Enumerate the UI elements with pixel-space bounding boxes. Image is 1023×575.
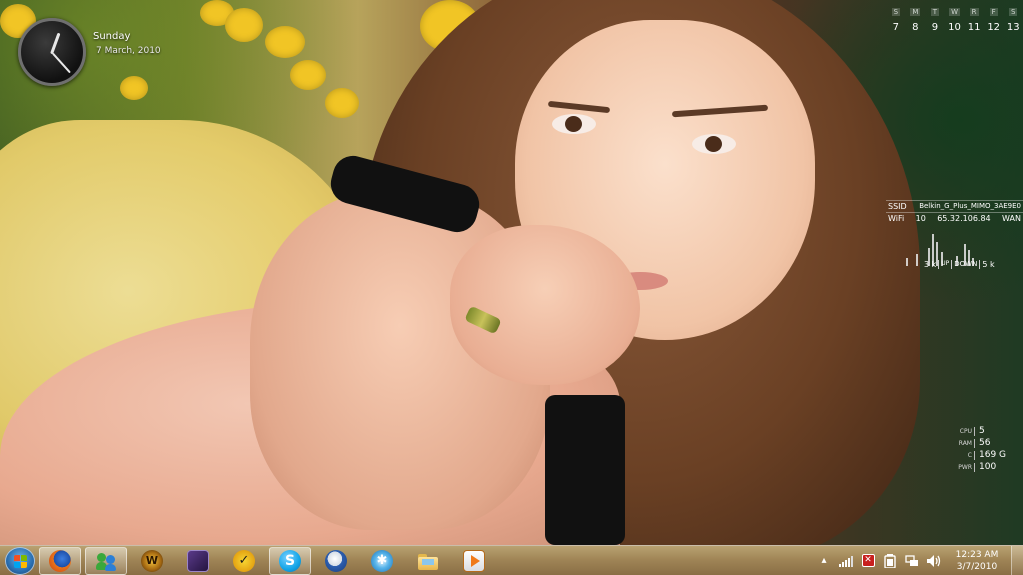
cpu-value: 5 bbox=[979, 426, 985, 436]
calendar-weekday: S bbox=[891, 8, 901, 16]
media-player-icon bbox=[463, 549, 485, 572]
power-label: PWR bbox=[958, 463, 972, 471]
ssid-label: SSID bbox=[888, 202, 907, 211]
calendar-day-row: 7 8 9 10 11 12 13 bbox=[886, 16, 1023, 33]
calendar-weekday: R bbox=[969, 8, 979, 16]
star-app-icon: ✱ bbox=[371, 549, 393, 572]
taskbar-button-media-player[interactable] bbox=[453, 547, 495, 575]
calendar-day[interactable]: 8 bbox=[906, 22, 926, 33]
calendar-day[interactable]: 10 bbox=[945, 22, 965, 33]
clock-minute-hand bbox=[52, 52, 71, 74]
gadget-date: 7 March, 2010 bbox=[96, 46, 161, 56]
download-label: DOWN bbox=[951, 260, 979, 269]
taskbar-button-sonic[interactable] bbox=[315, 547, 357, 575]
skype-icon: S bbox=[279, 549, 301, 572]
messenger-icon bbox=[95, 550, 117, 572]
battery-icon[interactable] bbox=[882, 553, 898, 569]
system-tray: ▴ ✕ 12:23 AM 3/7/2010 bbox=[813, 545, 1023, 575]
gadget-day: Sunday bbox=[93, 31, 131, 42]
power-value: 100 bbox=[979, 462, 997, 472]
clock-hour-hand bbox=[50, 32, 61, 55]
taskbar-button-norton[interactable]: ✓ bbox=[223, 547, 265, 575]
system-row-power: PWR 100 bbox=[950, 461, 1020, 473]
wallpaper-flower bbox=[225, 8, 263, 42]
norton-icon: ✓ bbox=[233, 549, 255, 572]
upload-value: 3 k bbox=[924, 260, 937, 269]
calendar-weekday-row: S M T W R F S bbox=[886, 8, 1023, 16]
calendar-weekday: F bbox=[989, 8, 998, 16]
calendar-weekday: S bbox=[1009, 8, 1018, 16]
media-app-icon bbox=[187, 549, 209, 572]
calendar-day[interactable]: 7 bbox=[886, 22, 906, 33]
taskbar-button-world-of-warcraft[interactable]: W bbox=[131, 547, 173, 575]
system-row-cpu: CPU 5 bbox=[950, 425, 1020, 437]
folder-icon bbox=[417, 550, 439, 572]
calendar-day[interactable]: 12 bbox=[984, 22, 1004, 33]
taskbar-button-firefox[interactable] bbox=[39, 546, 81, 575]
upload-label: UP bbox=[938, 260, 951, 269]
windows-logo-icon bbox=[14, 554, 27, 568]
wallpaper-strap bbox=[545, 395, 625, 545]
ram-value: 56 bbox=[979, 438, 991, 448]
taskbar-button-windows-explorer[interactable] bbox=[407, 547, 449, 575]
wallpaper-flower bbox=[120, 76, 148, 100]
wallpaper-flower bbox=[325, 88, 359, 118]
taskbar-button-skype[interactable]: S bbox=[269, 546, 311, 575]
taskbar-button-star-app[interactable]: ✱ bbox=[361, 547, 403, 575]
system-row-disk: C 169 G bbox=[950, 449, 1020, 461]
wifi-value: 10 bbox=[915, 214, 926, 223]
calendar-day[interactable]: 9 bbox=[925, 22, 945, 33]
wallpaper-flower bbox=[290, 60, 326, 90]
wan-label: WAN bbox=[1002, 214, 1021, 223]
taskbar-button-media-app[interactable] bbox=[177, 547, 219, 575]
calendar-gadget[interactable]: S M T W R F S 7 8 9 10 11 12 13 bbox=[886, 8, 1023, 33]
wallpaper-eye bbox=[692, 134, 736, 154]
show-desktop-button[interactable] bbox=[1011, 545, 1023, 575]
volume-icon[interactable] bbox=[926, 553, 942, 569]
start-button[interactable] bbox=[5, 546, 35, 575]
sonic-icon bbox=[325, 549, 347, 572]
calendar-weekday: T bbox=[930, 8, 940, 16]
taskbar: W ✓ S ✱ ▴ ✕ 12:23 AM 3/7/2010 bbox=[0, 545, 1023, 575]
download-value: 5 k bbox=[979, 260, 996, 269]
show-hidden-icons-chevron-icon[interactable]: ▴ bbox=[816, 553, 832, 569]
ip-address: 65.32.106.84 bbox=[937, 214, 991, 223]
signal-strength-icon[interactable] bbox=[838, 553, 854, 569]
calendar-day[interactable]: 11 bbox=[964, 22, 984, 33]
ram-label: RAM bbox=[958, 439, 972, 447]
taskbar-clock[interactable]: 12:23 AM 3/7/2010 bbox=[949, 549, 1005, 573]
network-wifi-row: WiFi 10 65.32.106.84 WAN bbox=[886, 212, 1023, 224]
security-alert-icon[interactable]: ✕ bbox=[860, 553, 876, 569]
network-speeds: 3 k UP DOWN 5 k bbox=[886, 260, 1023, 269]
network-gadget[interactable]: SSID Belkin_G_Plus_MIMO_3AE9E0 WiFi 10 6… bbox=[886, 200, 1023, 272]
wifi-label: WiFi bbox=[888, 214, 905, 223]
disk-value: 169 G bbox=[979, 450, 1007, 460]
clock-gadget[interactable] bbox=[18, 18, 86, 86]
system-monitor-gadget[interactable]: CPU 5 RAM 56 C 169 G PWR 100 bbox=[950, 425, 1020, 473]
system-row-ram: RAM 56 bbox=[950, 437, 1020, 449]
firefox-icon bbox=[49, 549, 71, 572]
ssid-value: Belkin_G_Plus_MIMO_3AE9E0 bbox=[919, 202, 1021, 210]
wallpaper-flower bbox=[265, 26, 305, 58]
taskbar-date: 3/7/2010 bbox=[956, 561, 998, 572]
cpu-label: CPU bbox=[959, 427, 972, 435]
network-icon[interactable] bbox=[904, 553, 920, 569]
disk-label: C bbox=[967, 451, 972, 459]
desktop-wallpaper bbox=[0, 0, 1023, 545]
calendar-weekday: W bbox=[949, 8, 960, 16]
wow-icon: W bbox=[141, 549, 163, 572]
network-ssid-row: SSID Belkin_G_Plus_MIMO_3AE9E0 bbox=[886, 200, 1023, 212]
taskbar-time: 12:23 AM bbox=[955, 549, 999, 560]
taskbar-button-messenger[interactable] bbox=[85, 546, 127, 575]
wallpaper-eye bbox=[552, 114, 596, 134]
calendar-day[interactable]: 13 bbox=[1003, 22, 1023, 33]
calendar-weekday: M bbox=[910, 8, 921, 16]
